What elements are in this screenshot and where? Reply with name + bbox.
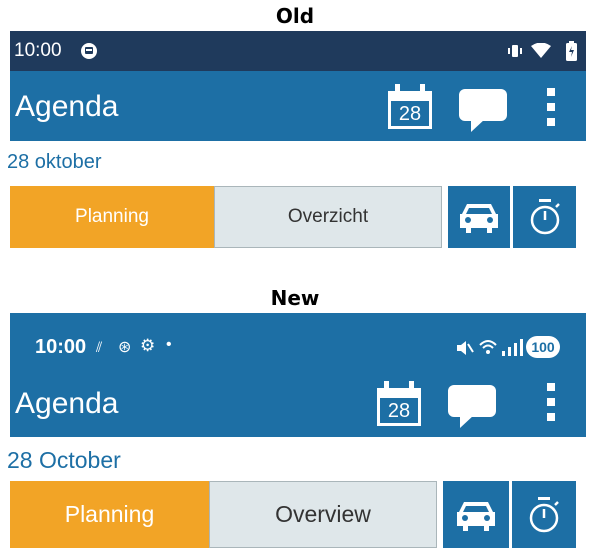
new-status-bar: 10:00 ⫽ ⊛ ⚙ • 100 bbox=[10, 313, 586, 375]
app-title: Agenda bbox=[15, 90, 119, 123]
app-title: Agenda bbox=[15, 387, 119, 420]
timer-icon bbox=[529, 496, 559, 532]
wifi-icon bbox=[479, 340, 497, 354]
new-tabs: Planning Overview bbox=[10, 481, 437, 548]
wifi-icon bbox=[531, 43, 551, 58]
signal-icon bbox=[502, 339, 523, 356]
mute-icon bbox=[457, 341, 474, 355]
car-button[interactable] bbox=[448, 186, 510, 248]
old-date-label: 28 oktober bbox=[7, 151, 102, 173]
more-vert-icon[interactable] bbox=[546, 88, 556, 126]
tab-overview[interactable]: Overzicht bbox=[214, 186, 442, 248]
car-icon bbox=[460, 204, 498, 233]
calendar-day: 28 bbox=[398, 103, 422, 125]
chat-icon[interactable] bbox=[448, 385, 498, 429]
timer-button[interactable] bbox=[512, 481, 576, 548]
battery-badge: 100 bbox=[526, 336, 560, 358]
calendar-day: 28 bbox=[387, 400, 411, 422]
status-time: 10:00 bbox=[14, 40, 62, 61]
old-heading: Old bbox=[275, 4, 315, 28]
status-time: 10:00 bbox=[35, 336, 87, 358]
new-app-bar: Agenda 28 bbox=[10, 375, 586, 437]
battery-level: 100 bbox=[531, 339, 555, 355]
tab-planning[interactable]: Planning bbox=[10, 481, 209, 548]
media-icon bbox=[81, 43, 97, 59]
new-heading: New bbox=[270, 286, 320, 310]
chat-icon[interactable] bbox=[459, 89, 509, 133]
more-vert-icon[interactable] bbox=[546, 383, 556, 421]
calendar-button[interactable]: 28 bbox=[386, 83, 434, 131]
tab-planning[interactable]: Planning bbox=[10, 186, 214, 248]
battery-icon bbox=[566, 41, 577, 61]
timer-button[interactable] bbox=[513, 186, 576, 248]
notification-dot-icon: • bbox=[166, 336, 172, 353]
calendar-button[interactable]: 28 bbox=[375, 380, 423, 428]
old-status-bar: 10:00 bbox=[10, 31, 586, 71]
old-app-bar: Agenda 28 bbox=[10, 71, 586, 141]
settings-icon: ⚙ bbox=[140, 336, 156, 355]
vibrate-icon bbox=[508, 45, 522, 57]
old-tabs: Planning Overzicht bbox=[10, 186, 442, 248]
car-button[interactable] bbox=[443, 481, 509, 548]
timer-icon bbox=[530, 199, 560, 235]
new-date-label: 28 October bbox=[7, 447, 121, 473]
car-icon bbox=[457, 501, 495, 531]
tab-overview[interactable]: Overview bbox=[209, 481, 437, 548]
alarm-icon: ⊛ bbox=[118, 339, 132, 356]
data-saver-icon: ⫽ bbox=[96, 339, 103, 355]
